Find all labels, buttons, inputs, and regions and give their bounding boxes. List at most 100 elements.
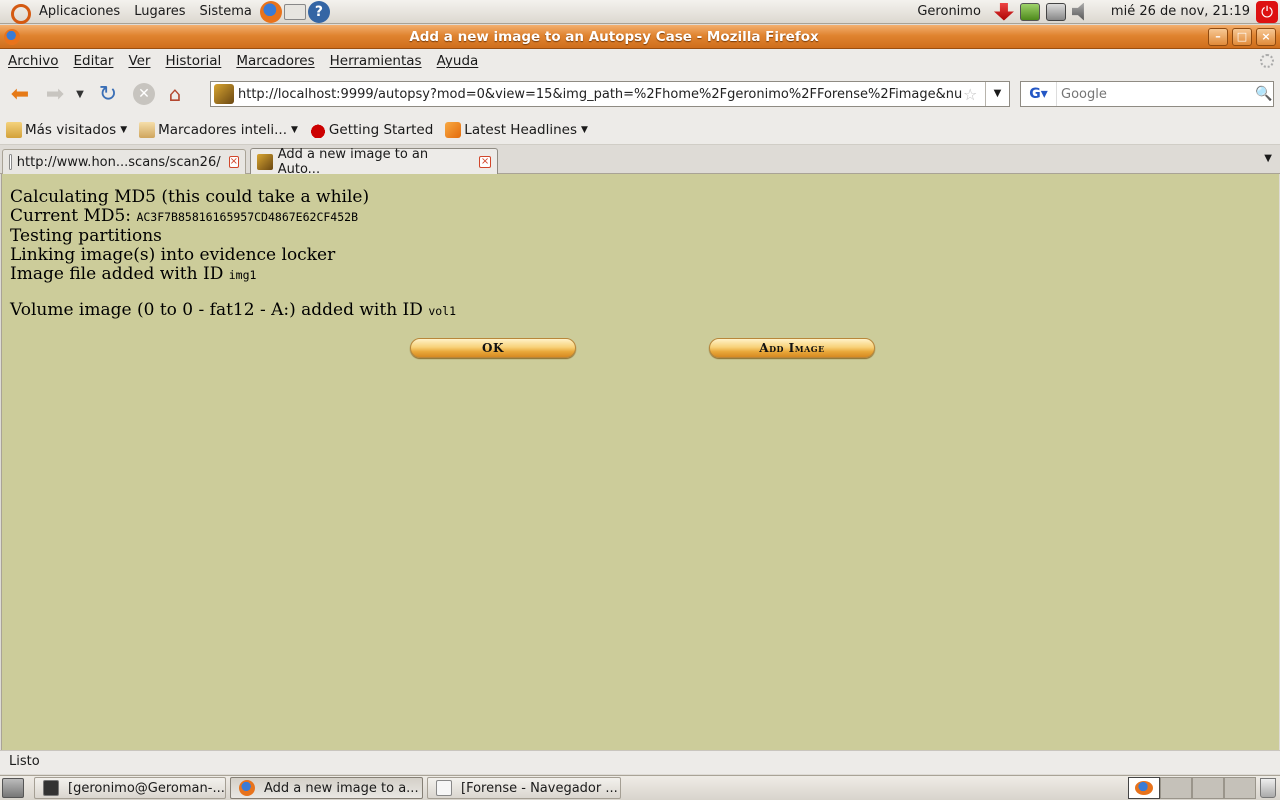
task-label: [geronimo@Geroman-... <box>68 780 225 796</box>
autopsy-favicon-icon <box>257 153 273 170</box>
close-window-button[interactable]: × <box>1256 27 1276 46</box>
md5-value: AC3F7B85816165957CD4867E62CF452B <box>136 210 358 224</box>
menu-editar[interactable]: Editar <box>65 53 120 69</box>
network-icon[interactable] <box>1045 2 1066 21</box>
folder-star-icon <box>6 121 22 138</box>
ubuntu-logo-icon[interactable] <box>8 1 31 24</box>
search-magnifier-icon[interactable]: 🔍 <box>1255 86 1273 102</box>
chevron-down-icon: ▼ <box>581 124 588 135</box>
throbber-icon <box>1260 54 1274 68</box>
current-md5-line: Current MD5: AC3F7B85816165957CD4867E62C… <box>10 207 1271 227</box>
battery-icon[interactable] <box>1019 2 1040 21</box>
image-id: img1 <box>228 268 257 282</box>
bookmark-latest-headlines[interactable]: Latest Headlines ▼ <box>439 121 594 138</box>
menu-ayuda[interactable]: Ayuda <box>429 53 486 69</box>
tab-strip: http://www.hon...scans/scan26/ × Add a n… <box>0 146 1280 177</box>
back-button[interactable]: ⬅ <box>5 79 35 109</box>
red-hat-icon <box>309 121 326 138</box>
tab-autopsy-add-image[interactable]: Add a new image to an Auto... × <box>250 146 498 177</box>
window-titlebar[interactable]: Add a new image to an Autopsy Case - Moz… <box>0 25 1280 49</box>
search-engine-google-icon[interactable]: G▾ <box>1021 82 1057 106</box>
menu-historial[interactable]: Historial <box>157 53 228 69</box>
task-label: [Forense - Navegador ... <box>461 780 618 796</box>
menu-archivo[interactable]: Archivo <box>0 53 65 69</box>
power-icon[interactable]: ⏻ <box>1256 0 1278 23</box>
image-added-label: Image file added with ID <box>10 264 229 284</box>
tab-scan26[interactable]: http://www.hon...scans/scan26/ × <box>2 149 246 174</box>
search-input[interactable] <box>1057 86 1255 102</box>
tab-label: http://www.hon...scans/scan26/ <box>16 154 221 170</box>
mail-launcher-icon[interactable] <box>283 4 306 20</box>
navigation-toolbar: ⬅ ➡ ▼ ↻ ✕ ⌂ ☆ ▼ G▾ 🔍 <box>0 73 1280 115</box>
forward-button[interactable]: ➡ <box>40 79 70 109</box>
firefox-window-icon[interactable] <box>4 28 20 45</box>
bottom-panel: [geronimo@Geroman-... Add a new image to… <box>0 775 1280 800</box>
volume-added-label: Volume image (0 to 0 - fat12 - A:) added… <box>10 300 429 320</box>
image-added-line: Image file added with ID img1 <box>10 265 1271 285</box>
firefox-mini-icon <box>1135 781 1153 795</box>
chevron-down-icon: ▼ <box>291 124 298 135</box>
stop-button[interactable]: ✕ <box>133 83 155 105</box>
search-bar[interactable]: G▾ 🔍 <box>1020 81 1274 107</box>
folder-icon <box>139 121 156 138</box>
status-text: Listo <box>9 754 40 769</box>
window-title: Add a new image to an Autopsy Case - Moz… <box>409 28 819 45</box>
update-notifier-icon[interactable] <box>993 2 1014 21</box>
bookmark-label: Marcadores inteli... <box>158 121 287 138</box>
panel-user-name[interactable]: Geronimo <box>907 4 991 19</box>
home-button[interactable]: ⌂ <box>160 79 190 109</box>
tab-list-dropdown-icon[interactable]: ▼ <box>1264 153 1272 164</box>
bookmark-most-visited[interactable]: Más visitados ▼ <box>0 121 133 138</box>
page-content: Calculating MD5 (this could take a while… <box>1 174 1279 750</box>
trash-icon[interactable] <box>1260 778 1276 798</box>
workspace-switcher[interactable] <box>1128 777 1256 799</box>
history-dropdown-icon[interactable]: ▼ <box>72 79 88 109</box>
site-favicon-icon[interactable] <box>214 84 234 104</box>
md5-label: Current MD5: <box>10 206 137 226</box>
task-terminal[interactable]: [geronimo@Geroman-... <box>34 777 226 799</box>
close-tab-icon[interactable]: × <box>228 156 239 168</box>
reload-button[interactable]: ↻ <box>93 79 123 109</box>
add-image-button[interactable]: Add Image <box>709 338 875 358</box>
task-file-browser[interactable]: [Forense - Navegador ... <box>427 777 621 799</box>
bookmark-smart-bookmarks[interactable]: Marcadores inteli... ▼ <box>133 121 304 138</box>
menu-herramientas[interactable]: Herramientas <box>322 53 429 69</box>
top-panel: Aplicaciones Lugares Sistema ? Geronimo … <box>0 0 1280 24</box>
status-bar: Listo <box>0 750 1280 774</box>
maximize-button[interactable]: □ <box>1232 27 1252 46</box>
url-bar[interactable]: ☆ ▼ <box>210 81 1010 107</box>
help-launcher-icon[interactable]: ? <box>307 0 330 23</box>
system-menu[interactable]: Sistema <box>193 0 259 24</box>
volume-id: vol1 <box>428 304 457 318</box>
rss-feed-icon <box>445 121 462 138</box>
menu-ver[interactable]: Ver <box>120 53 157 69</box>
bookmark-label: Más visitados <box>25 121 117 138</box>
workspace-1[interactable] <box>1128 777 1160 799</box>
terminal-icon <box>43 780 59 796</box>
chevron-down-icon: ▼ <box>120 124 128 135</box>
bookmarks-toolbar: Más visitados ▼ Marcadores inteli... ▼ G… <box>0 115 1280 145</box>
menu-marcadores[interactable]: Marcadores <box>228 53 321 69</box>
places-menu[interactable]: Lugares <box>127 0 192 24</box>
show-desktop-icon[interactable] <box>2 778 24 798</box>
ok-button[interactable]: OK <box>410 338 576 358</box>
workspace-2[interactable] <box>1160 777 1192 799</box>
bookmark-getting-started[interactable]: Getting Started <box>304 121 439 138</box>
close-tab-icon[interactable]: × <box>479 155 491 168</box>
workspace-4[interactable] <box>1224 777 1256 799</box>
tab-label: Add a new image to an Auto... <box>277 146 429 177</box>
url-history-dropdown-icon[interactable]: ▼ <box>985 82 1009 106</box>
minimize-button[interactable]: – <box>1208 27 1228 46</box>
linking-images-line: Linking image(s) into evidence locker <box>10 245 336 265</box>
task-firefox[interactable]: Add a new image to a... <box>230 777 423 799</box>
volume-icon[interactable] <box>1071 2 1084 21</box>
firefox-menubar: Archivo Editar Ver Historial Marcadores … <box>0 49 1280 73</box>
task-label: Add a new image to a... <box>264 780 419 796</box>
applications-menu[interactable]: Aplicaciones <box>32 0 127 24</box>
bookmark-star-icon[interactable]: ☆ <box>963 85 981 104</box>
workspace-3[interactable] <box>1192 777 1224 799</box>
testing-partitions-line: Testing partitions <box>10 226 162 246</box>
panel-clock[interactable]: mié 26 de nov, 21:19 <box>1095 4 1256 19</box>
url-input[interactable] <box>238 86 963 102</box>
firefox-launcher-icon[interactable] <box>259 0 282 23</box>
